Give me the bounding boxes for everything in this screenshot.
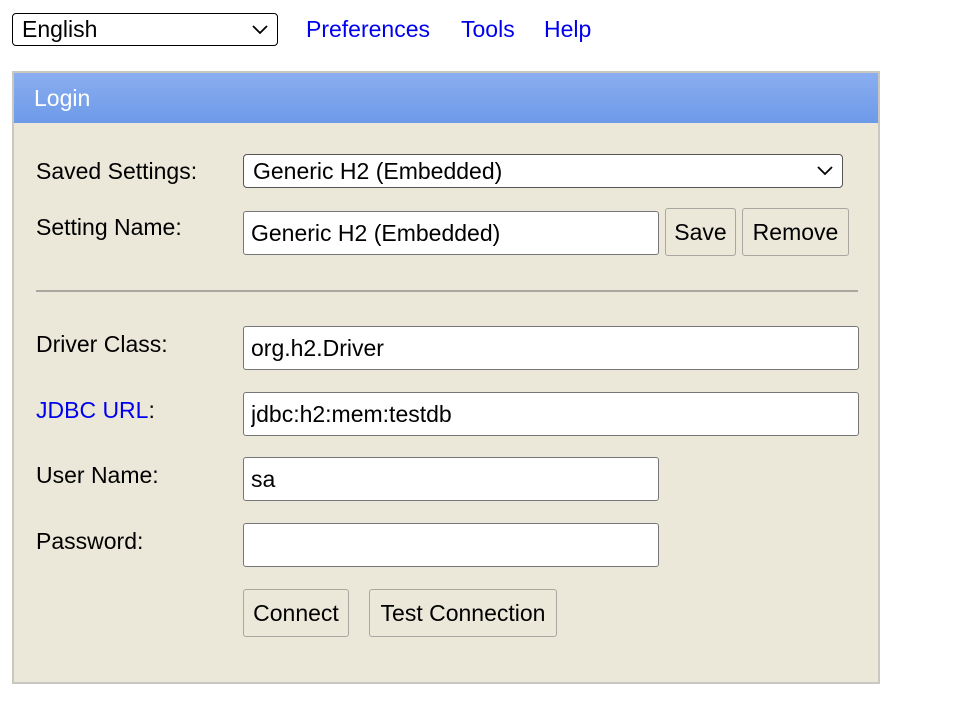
preferences-link[interactable]: Preferences bbox=[306, 14, 430, 44]
user-name-label: User Name: bbox=[36, 462, 159, 488]
login-header: Login bbox=[14, 73, 878, 123]
jdbc-url-input[interactable] bbox=[243, 392, 859, 436]
save-button[interactable]: Save bbox=[665, 208, 736, 256]
login-panel: Login Saved Settings: Generic H2 (Embedd… bbox=[12, 71, 880, 684]
section-divider bbox=[36, 290, 858, 292]
help-link[interactable]: Help bbox=[544, 14, 591, 44]
password-label: Password: bbox=[36, 528, 144, 554]
chevron-down-icon bbox=[816, 155, 834, 187]
setting-name-label: Setting Name: bbox=[36, 214, 182, 240]
driver-class-input[interactable] bbox=[243, 326, 859, 370]
jdbc-url-help-link[interactable]: JDBC URL bbox=[36, 397, 148, 423]
setting-name-input[interactable] bbox=[243, 211, 659, 255]
password-input[interactable] bbox=[243, 523, 659, 567]
test-connection-button[interactable]: Test Connection bbox=[369, 589, 557, 637]
user-name-input[interactable] bbox=[243, 457, 659, 501]
saved-settings-select[interactable]: Generic H2 (Embedded) bbox=[243, 154, 843, 188]
jdbc-url-label-suffix: : bbox=[148, 397, 155, 423]
tools-link[interactable]: Tools bbox=[461, 14, 515, 44]
chevron-down-icon bbox=[251, 14, 269, 45]
saved-settings-value: Generic H2 (Embedded) bbox=[253, 158, 503, 184]
language-select-value: English bbox=[22, 16, 98, 42]
driver-class-label: Driver Class: bbox=[36, 331, 168, 357]
connect-button[interactable]: Connect bbox=[243, 589, 349, 637]
language-select[interactable]: English bbox=[12, 13, 278, 46]
h2-console-login-page: English Preferences Tools Help Login Sav… bbox=[0, 0, 962, 714]
jdbc-url-label: JDBC URL: bbox=[36, 396, 155, 424]
remove-button[interactable]: Remove bbox=[742, 208, 849, 256]
saved-settings-label: Saved Settings: bbox=[36, 158, 198, 184]
